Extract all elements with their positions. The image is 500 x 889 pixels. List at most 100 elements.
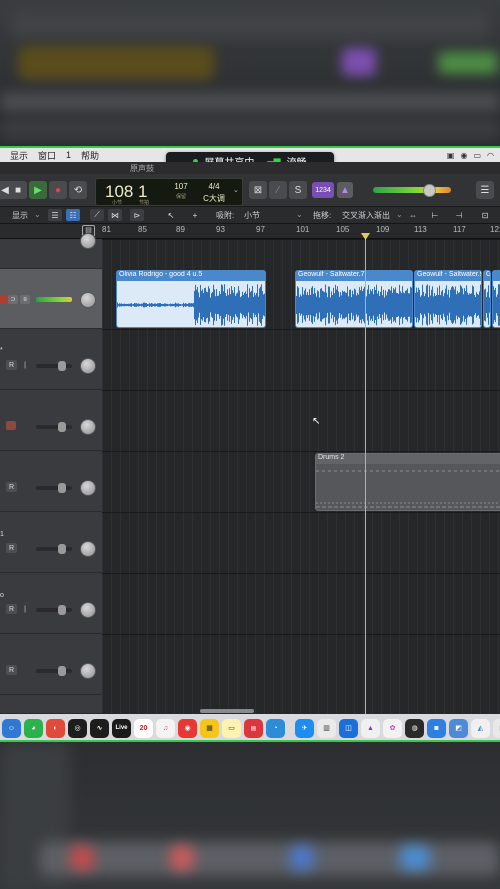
view-menu[interactable]: 显示 xyxy=(12,210,28,221)
zoom-vertical-icon[interactable]: ⊢ xyxy=(428,209,442,221)
volume-slider[interactable] xyxy=(36,361,72,371)
pan-knob[interactable] xyxy=(80,541,96,557)
finder-icon[interactable]: ☺ xyxy=(2,718,21,738)
dingtalk-icon[interactable]: ✈ xyxy=(295,718,314,738)
audio-region[interactable] xyxy=(492,270,500,328)
record-button[interactable]: R xyxy=(6,604,17,614)
drag-value[interactable]: 交叉渐入渐出 xyxy=(342,210,390,221)
audio-region[interactable]: Geowulf - Saltwater.9 xyxy=(414,270,482,328)
notes-app-icon[interactable]: ▦ xyxy=(200,718,219,738)
menu-window[interactable]: 窗口 xyxy=(38,149,56,162)
record-button[interactable]: R xyxy=(6,543,17,553)
record-enable-button[interactable] xyxy=(0,295,7,304)
flex-icon[interactable]: ⋈ xyxy=(108,209,122,221)
volume-slider[interactable] xyxy=(36,483,72,493)
pan-knob[interactable] xyxy=(80,419,96,435)
replace-button[interactable]: ⊠ xyxy=(249,181,267,199)
track-header[interactable] xyxy=(0,390,102,451)
pan-knob[interactable] xyxy=(80,663,96,679)
red-app-icon[interactable]: ▤ xyxy=(244,718,263,738)
audio-region[interactable]: G xyxy=(483,270,491,328)
snap-chevron-icon[interactable]: ⌄ xyxy=(296,210,303,219)
track-header[interactable]: R xyxy=(0,634,102,695)
chat-app-icon[interactable]: ◙ xyxy=(427,718,446,738)
lcd-display[interactable]: 108 1 小节 节拍 107 保留 4/4 C大调 xyxy=(95,178,243,206)
volume-handle[interactable] xyxy=(58,422,66,432)
volume-handle[interactable] xyxy=(58,361,66,371)
lcd-key[interactable]: C大调 xyxy=(200,193,228,204)
pan-knob[interactable] xyxy=(80,358,96,374)
track-header-top[interactable] xyxy=(0,233,102,269)
pan-knob[interactable] xyxy=(80,602,96,618)
zoom-horizontal-icon[interactable]: ⊣ xyxy=(452,209,466,221)
drag-chevron-icon[interactable]: ⌄ xyxy=(396,210,403,219)
drummer-region[interactable]: Drums 2 xyxy=(315,453,500,511)
audio-region[interactable]: Olivia Rodrigo - good 4 u.5 xyxy=(116,270,266,328)
folder-icon[interactable]: ▥ xyxy=(317,718,336,738)
stickies-icon[interactable]: ▭ xyxy=(222,718,241,738)
waveform-app-icon[interactable]: ∿ xyxy=(90,718,109,738)
lcd-dropdown-icon[interactable]: ⌄ xyxy=(233,186,239,194)
ableton-live-icon[interactable]: Live xyxy=(112,718,131,738)
secondary-tool-icon[interactable]: + xyxy=(188,209,202,221)
netease-cloud-icon[interactable]: ◉ xyxy=(178,718,197,738)
volume-slider[interactable] xyxy=(36,666,72,676)
zoom-fit-icon[interactable]: ⊡ xyxy=(478,209,492,221)
count-in-button[interactable]: 1234 xyxy=(312,182,334,198)
track-header[interactable]: * R | xyxy=(0,329,102,390)
wechat-icon[interactable]: ◕ xyxy=(24,718,43,738)
volume-slider[interactable] xyxy=(36,605,72,615)
record-enable-button[interactable] xyxy=(6,421,16,430)
music-icon[interactable]: ♫ xyxy=(156,718,175,738)
volume-handle[interactable] xyxy=(58,605,66,615)
audio-region[interactable]: Geowulf - Saltwater.7 xyxy=(295,270,413,328)
menu-help[interactable]: 帮助 xyxy=(81,149,99,162)
track-view-icon[interactable]: ☷ xyxy=(66,209,80,221)
volume-slider[interactable] xyxy=(36,544,72,554)
feishu-icon[interactable]: ◩ xyxy=(449,718,468,738)
track-header[interactable]: o R | xyxy=(0,573,102,634)
tray-icon[interactable]: ▣ xyxy=(447,151,455,160)
list-editor-icon[interactable]: ☰ xyxy=(476,181,494,199)
list-view-icon[interactable]: ☰ xyxy=(48,209,62,221)
horizontal-scrollbar[interactable] xyxy=(200,709,254,713)
pan-knob[interactable] xyxy=(80,480,96,496)
affinity-icon[interactable]: ▲ xyxy=(361,718,380,738)
netease-music-icon[interactable]: ◐ xyxy=(46,718,65,738)
graphics-app-icon[interactable]: ✿ xyxy=(383,718,402,738)
input-monitor-icon[interactable]: | xyxy=(20,360,30,370)
tuner-icon[interactable]: ▲ xyxy=(337,182,353,198)
input-monitor-icon[interactable]: | xyxy=(20,604,30,614)
track-header[interactable] xyxy=(0,695,102,714)
track-header-audio[interactable]: ⊃ ≡ xyxy=(0,269,102,329)
wifi-icon[interactable]: ◠ xyxy=(487,151,494,160)
obs-icon[interactable]: ◍ xyxy=(405,718,424,738)
volume-handle[interactable] xyxy=(58,666,66,676)
record-button[interactable]: R xyxy=(6,665,17,675)
edge-like-icon[interactable]: ◭ xyxy=(471,718,490,738)
track-header[interactable]: 1 R xyxy=(0,512,102,573)
automation-icon[interactable]: ⟋ xyxy=(90,209,104,221)
menu-number[interactable]: 1 xyxy=(66,150,71,160)
master-volume-meter[interactable] xyxy=(373,187,451,193)
logic-pro-icon[interactable]: ◎ xyxy=(68,718,87,738)
waveform-zoom-icon[interactable]: ⇔ xyxy=(406,209,420,221)
pan-knob[interactable] xyxy=(80,292,96,308)
stop-button[interactable]: ■ xyxy=(9,181,27,199)
master-volume-handle[interactable] xyxy=(423,184,436,197)
solo-mode-button[interactable]: S xyxy=(289,181,307,199)
lcd-time-signature[interactable]: 4/4 xyxy=(200,182,228,191)
menu-view[interactable]: 显示 xyxy=(10,149,28,162)
pan-knob[interactable] xyxy=(80,233,96,249)
playhead[interactable] xyxy=(365,234,366,714)
record-button[interactable]: R xyxy=(6,360,17,370)
battery-icon[interactable]: ▭ xyxy=(473,151,481,160)
volume-handle[interactable] xyxy=(58,544,66,554)
record-button[interactable]: ● xyxy=(49,181,67,199)
record-button[interactable]: R xyxy=(6,482,17,492)
cycle-button[interactable]: ⟲ xyxy=(69,181,87,199)
outlook-icon[interactable]: ◫ xyxy=(339,718,358,738)
wechat-icon[interactable]: ◉ xyxy=(460,151,467,160)
preview-icon[interactable]: ▣ xyxy=(493,718,500,738)
volume-slider[interactable] xyxy=(36,422,72,432)
